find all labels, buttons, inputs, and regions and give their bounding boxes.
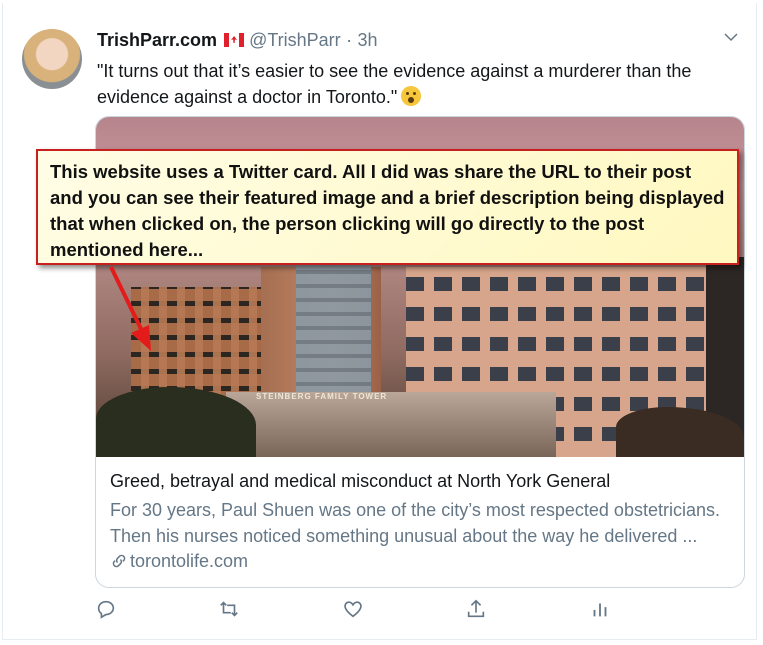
- card-description: For 30 years, Paul Shuen was one of the …: [110, 497, 735, 549]
- canada-flag-icon: [224, 33, 245, 47]
- chevron-down-icon[interactable]: [722, 28, 740, 51]
- card-description-line-2: Then his nurses noticed something unusua…: [110, 526, 698, 546]
- avatar[interactable]: [22, 29, 82, 89]
- annotation-callout: This website uses a Twitter card. All I …: [36, 149, 739, 265]
- analytics-icon[interactable]: [589, 598, 615, 624]
- tweet-actions: [3, 598, 756, 628]
- tweet-text-content: "It turns out that it’s easier to see th…: [97, 61, 692, 107]
- like-icon[interactable]: [342, 598, 368, 624]
- tweet-text: "It turns out that it’s easier to see th…: [97, 58, 737, 110]
- building-base: [226, 392, 556, 457]
- card-title[interactable]: Greed, betrayal and medical misconduct a…: [110, 471, 610, 492]
- card-description-line-1: For 30 years, Paul Shuen was one of the …: [110, 500, 720, 520]
- retweet-icon[interactable]: [218, 598, 244, 624]
- building-sign: STEINBERG FAMILY TOWER: [256, 392, 388, 401]
- tweet-header: TrishParr.com @TrishParr · 3h: [97, 30, 378, 51]
- user-handle[interactable]: @TrishParr: [249, 30, 341, 50]
- tweet[interactable]: TrishParr.com @TrishParr · 3h "It turns o…: [2, 3, 757, 640]
- card-domain[interactable]: torontolife.com: [110, 551, 248, 572]
- link-icon: [112, 554, 126, 568]
- separator-dot: ·: [346, 30, 353, 50]
- card-domain-text: torontolife.com: [130, 551, 249, 571]
- share-icon[interactable]: [465, 598, 491, 624]
- display-name[interactable]: TrishParr.com: [97, 30, 217, 50]
- reply-icon[interactable]: [95, 598, 121, 624]
- surprised-face-emoji-icon: [401, 86, 422, 106]
- red-arrow-icon: [109, 266, 151, 351]
- timestamp[interactable]: 3h: [357, 30, 377, 50]
